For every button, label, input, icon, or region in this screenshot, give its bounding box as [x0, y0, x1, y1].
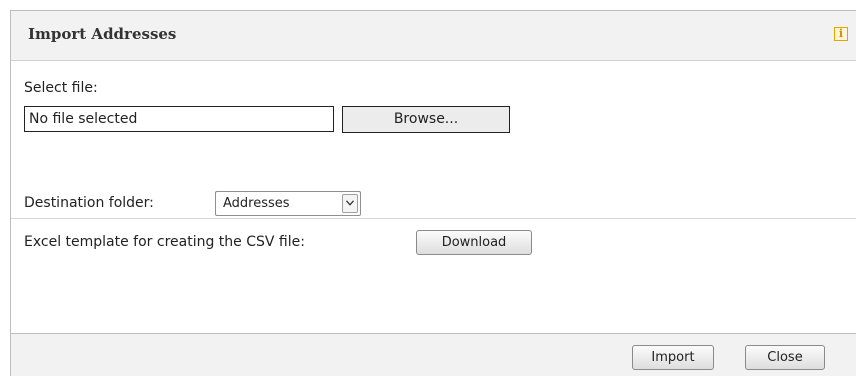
chevron-down-icon[interactable]	[342, 194, 358, 213]
browse-button[interactable]: Browse...	[342, 106, 510, 133]
file-path-field[interactable]: No file selected	[24, 106, 334, 132]
dialog-title: Import Addresses	[28, 25, 177, 43]
dialog-titlebar: Import Addresses i	[11, 11, 856, 61]
template-label: Excel template for creating the CSV file…	[24, 234, 305, 250]
destination-folder-value: Addresses	[223, 196, 290, 211]
import-addresses-dialog: Import Addresses i Select file: No file …	[10, 10, 856, 376]
destination-folder-label: Destination folder:	[24, 195, 154, 211]
dialog-footer: Import Close	[11, 333, 856, 376]
import-button[interactable]: Import	[632, 345, 714, 370]
select-file-label: Select file:	[24, 80, 98, 96]
destination-folder-select[interactable]: Addresses	[215, 191, 361, 216]
info-icon[interactable]: i	[834, 27, 848, 41]
download-button[interactable]: Download	[416, 230, 532, 255]
close-button[interactable]: Close	[745, 345, 825, 370]
section-divider	[11, 218, 856, 219]
